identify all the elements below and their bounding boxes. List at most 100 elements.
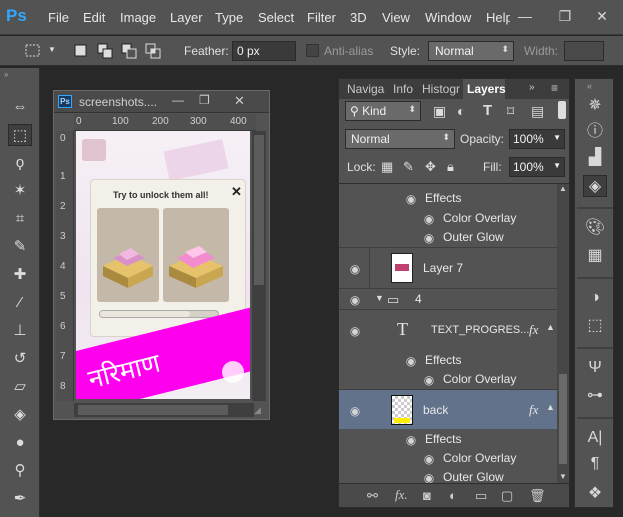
filter-pixel-icon[interactable]: ▣ bbox=[433, 103, 446, 120]
tab-info[interactable]: Info bbox=[393, 82, 413, 96]
magic-wand-tool-icon[interactable]: ✶ bbox=[8, 180, 32, 202]
blend-mode-select[interactable]: Normal ⬍ bbox=[345, 129, 455, 149]
menu-select[interactable]: Select bbox=[258, 10, 294, 25]
subtract-selection-icon[interactable] bbox=[120, 42, 138, 60]
style-select[interactable]: Normal ⬍ bbox=[428, 41, 514, 61]
menu-layer[interactable]: Layer bbox=[170, 10, 203, 25]
layer-row[interactable]: ◉ T TEXT_PROGRES... fx ▲ bbox=[339, 309, 557, 349]
character-icon[interactable]: A| bbox=[583, 427, 607, 449]
doc-minimize-icon[interactable]: — bbox=[172, 93, 184, 107]
properties-icon[interactable]: ⊶ bbox=[583, 385, 607, 407]
swatches-icon[interactable]: ▦ bbox=[583, 245, 607, 267]
car-card-2[interactable] bbox=[163, 208, 229, 302]
3d-icon[interactable]: ❖ bbox=[583, 483, 607, 505]
lock-image-icon[interactable]: ✎ bbox=[403, 159, 414, 175]
chevron-down-icon[interactable]: ▼ bbox=[375, 293, 384, 303]
fx-icon[interactable]: fx bbox=[529, 322, 538, 338]
histogram-icon[interactable]: ▟ bbox=[583, 147, 607, 169]
popup-close-icon[interactable]: ✕ bbox=[231, 184, 242, 200]
clone-stamp-tool-icon[interactable]: ⊥ bbox=[8, 320, 32, 342]
menu-3d[interactable]: 3D bbox=[350, 10, 367, 25]
paragraph-icon[interactable]: ¶ bbox=[583, 453, 607, 475]
layer-effects-row[interactable]: ◉ Effects bbox=[339, 350, 557, 369]
layer-row[interactable]: ◉ Layer 7 bbox=[339, 247, 557, 288]
layer-row-selected[interactable]: ◉ back fx ▲ bbox=[339, 389, 557, 429]
marquee-tool-icon[interactable]: ⬚ bbox=[8, 124, 32, 146]
brush-tool-icon[interactable]: ⁄ bbox=[8, 292, 32, 314]
scroll-down-icon[interactable]: ▼ bbox=[559, 472, 567, 481]
lasso-tool-icon[interactable]: ϙ bbox=[8, 152, 32, 174]
eye-icon[interactable]: ◉ bbox=[403, 433, 419, 447]
add-style-icon[interactable]: fx. bbox=[395, 487, 408, 503]
eye-icon[interactable]: ◉ bbox=[347, 404, 363, 418]
effect-row[interactable]: ◉ Outer Glow bbox=[339, 227, 557, 246]
menu-edit[interactable]: Edit bbox=[83, 10, 105, 25]
menu-type[interactable]: Type bbox=[215, 10, 243, 25]
filter-adjustment-icon[interactable]: ◐ bbox=[457, 103, 465, 119]
intersect-selection-icon[interactable] bbox=[144, 42, 162, 60]
panel-menu-icon[interactable]: ≡ bbox=[551, 81, 558, 95]
close-icon[interactable]: ✕ bbox=[590, 5, 614, 27]
layers-icon[interactable]: ◈ bbox=[583, 175, 607, 197]
tab-layers[interactable]: Layers bbox=[467, 82, 506, 96]
restore-icon[interactable]: ❐ bbox=[553, 5, 577, 27]
new-group-icon[interactable]: ▭ bbox=[475, 488, 487, 504]
rect-marquee-icon[interactable] bbox=[24, 42, 42, 60]
menu-image[interactable]: Image bbox=[120, 10, 156, 25]
minimize-icon[interactable]: — bbox=[513, 5, 537, 27]
expand-arrows-icon[interactable]: » bbox=[529, 82, 535, 93]
eraser-tool-icon[interactable]: ▱ bbox=[8, 376, 32, 398]
tab-histogram[interactable]: Histogr bbox=[422, 82, 460, 96]
eye-icon[interactable]: ◉ bbox=[421, 373, 437, 387]
fx-icon[interactable]: fx bbox=[529, 402, 538, 418]
filter-smart-object-icon[interactable]: ▤ bbox=[531, 103, 544, 120]
actions-icon[interactable]: ✵ bbox=[583, 95, 607, 117]
document-canvas[interactable]: Try to unlock them all! ✕ नरिमाण bbox=[76, 131, 250, 399]
feather-input[interactable] bbox=[232, 41, 296, 61]
lock-position-icon[interactable]: ✥ bbox=[425, 159, 436, 175]
chevron-up-icon[interactable]: ▲ bbox=[546, 402, 555, 412]
kind-filter-select[interactable]: ⚲ Kind ⬍ bbox=[345, 101, 421, 121]
lock-all-icon[interactable]: 🔒︎ bbox=[447, 159, 454, 175]
color-palette-icon[interactable]: 🎨︎ bbox=[583, 217, 607, 239]
tool-preset-chevron-icon[interactable]: ▼ bbox=[48, 45, 56, 54]
menu-filter[interactable]: Filter bbox=[307, 10, 336, 25]
eyedropper-tool-icon[interactable]: ✎ bbox=[8, 236, 32, 258]
filter-toggle-switch[interactable] bbox=[558, 101, 566, 119]
doc-restore-icon[interactable]: ❐ bbox=[199, 93, 210, 107]
new-selection-icon[interactable] bbox=[72, 42, 90, 60]
pen-tool-icon[interactable]: ✒ bbox=[8, 488, 32, 510]
doc-close-icon[interactable]: ✕ bbox=[234, 93, 245, 109]
effect-row[interactable]: ◉ Color Overlay bbox=[339, 448, 557, 467]
lock-transparent-icon[interactable]: ▦ bbox=[381, 159, 393, 175]
eye-icon[interactable]: ◉ bbox=[347, 293, 363, 307]
layers-scrollbar[interactable]: ▲ ▼ bbox=[557, 184, 569, 483]
filter-type-icon[interactable]: T bbox=[483, 102, 492, 119]
info-icon[interactable]: ⓘ bbox=[583, 121, 607, 143]
opacity-input[interactable]: 100% ▼ bbox=[509, 129, 565, 149]
eye-icon[interactable]: ◉ bbox=[421, 212, 437, 226]
scroll-up-icon[interactable]: ▲ bbox=[559, 184, 567, 193]
group-row[interactable]: ◉ ▼ ▭ 4 bbox=[339, 288, 557, 308]
menu-window[interactable]: Window bbox=[425, 10, 471, 25]
history-brush-tool-icon[interactable]: ↺ bbox=[8, 348, 32, 370]
fill-input[interactable]: 100% ▼ bbox=[509, 157, 565, 177]
add-mask-icon[interactable]: ◙ bbox=[423, 488, 431, 503]
tab-navigator[interactable]: Naviga bbox=[347, 82, 384, 96]
adjustment-layer-icon[interactable]: ◐ bbox=[449, 488, 457, 503]
trash-icon[interactable]: 🗑︎ bbox=[529, 488, 546, 504]
chevron-up-icon[interactable]: ▲ bbox=[546, 322, 555, 332]
eye-icon[interactable]: ◉ bbox=[403, 192, 419, 206]
collapse-arrows-icon[interactable]: » bbox=[4, 70, 8, 79]
fill-dropdown-icon[interactable]: ▼ bbox=[553, 161, 561, 170]
document-vertical-scrollbar[interactable] bbox=[252, 131, 266, 401]
effect-row[interactable]: ◉ Color Overlay bbox=[339, 208, 557, 227]
effect-row[interactable]: ◉ Color Overlay bbox=[339, 369, 557, 388]
menu-file[interactable]: File bbox=[48, 10, 69, 25]
link-icon[interactable]: ⚯ bbox=[367, 488, 378, 504]
opacity-dropdown-icon[interactable]: ▼ bbox=[553, 133, 561, 142]
layer-effects-row[interactable]: ◉ Effects bbox=[339, 429, 557, 448]
collapse-arrows-icon[interactable]: « bbox=[587, 81, 592, 91]
blur-tool-icon[interactable]: ● bbox=[8, 432, 32, 454]
menu-help[interactable]: Help bbox=[486, 10, 510, 25]
